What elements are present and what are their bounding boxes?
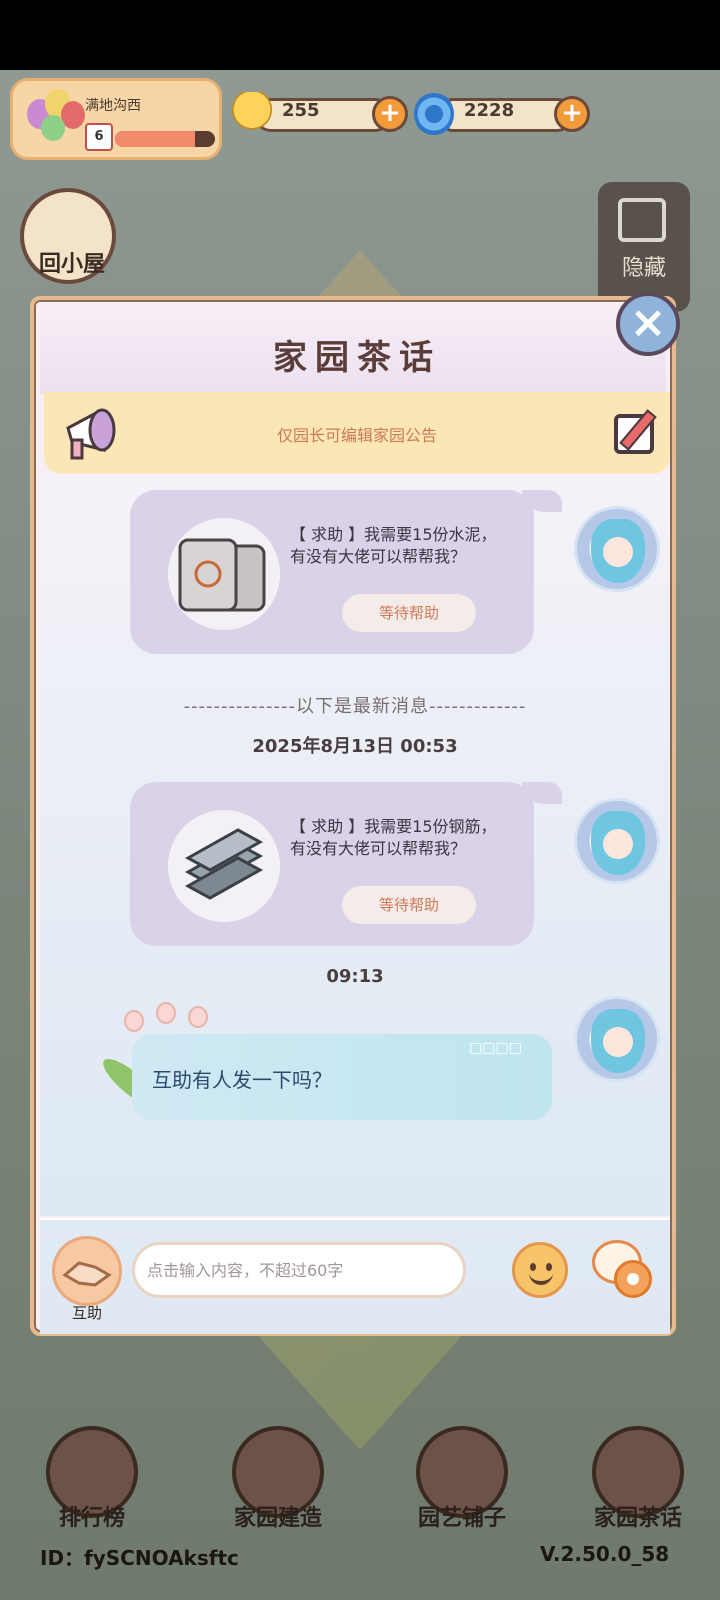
notice-text: 仅园长可编辑家园公告: [276, 426, 437, 445]
level-badge: 6: [85, 123, 113, 151]
player-name: 满地沟西: [85, 98, 141, 114]
add-swirl-button[interactable]: +: [554, 96, 590, 132]
notice-bar: 仅园长可编辑家园公告: [44, 392, 670, 474]
timestamp: 2025年8月13日 00:53: [252, 736, 458, 757]
add-snail-button[interactable]: +: [372, 96, 408, 132]
nav-garden-shop[interactable]: 园艺铺子: [412, 1426, 512, 1531]
chat-bubble: 互助有人发一下吗？ □□□□: [132, 1034, 552, 1120]
snail-icon: [232, 92, 272, 136]
home-button-label: 回小屋: [38, 252, 105, 277]
version: V.2.50.0_58: [540, 1542, 670, 1566]
flower-icon: [104, 1002, 224, 1042]
chat-message-text: 互助有人发一下吗？: [152, 1068, 332, 1092]
nav-label: 园艺铺子: [417, 1506, 506, 1531]
level-bar: [115, 131, 215, 147]
chat-tag: □□□□: [469, 1040, 522, 1056]
mutual-help-button[interactable]: [52, 1236, 122, 1306]
nav-label: 家园茶话: [593, 1506, 682, 1531]
latest-message-divider: ---------------以下是最新消息-------------: [183, 696, 527, 717]
swirl-icon: [414, 92, 454, 136]
emoji-button[interactable]: [512, 1242, 568, 1298]
message-text: 【 求助 】我需要15份水泥， 有没有大佬可以帮帮我？: [290, 525, 497, 566]
home-button[interactable]: 回小屋: [20, 188, 116, 284]
currency-snail: 255 +: [232, 92, 408, 136]
hide-button-label: 隐藏: [621, 256, 666, 281]
help-request-message: 【 求助 】我需要15份钢筋， 有没有大佬可以帮帮我？ 等待帮助: [130, 782, 562, 946]
help-request-message: 【 求助 】我需要15份水泥， 有没有大佬可以帮帮我？ 等待帮助: [130, 490, 562, 654]
dialog-header: 家园茶话: [40, 306, 666, 394]
tea-chat-dialog: 家园茶话 仅园长可编辑家园公告 【 求助 】我需要15份水泥， 有没有大佬可以帮…: [30, 296, 676, 1336]
balloons-icon: [27, 89, 89, 155]
chat-message: 互助有人发一下吗？ □□□□: [96, 1002, 576, 1132]
handshake-icon: [62, 1261, 112, 1287]
chat-settings-button[interactable]: [592, 1240, 662, 1300]
player-id: ID：fySCNOAksftc: [40, 1546, 239, 1570]
input-bar: 互助: [40, 1218, 670, 1334]
status-bar: [0, 0, 720, 70]
nav-leaderboard[interactable]: 排行榜: [42, 1426, 142, 1531]
level-bar-fill: [115, 131, 195, 147]
avatar[interactable]: [574, 996, 660, 1082]
dialog-title: 家园茶话: [273, 338, 441, 378]
cement-bag-icon: [168, 518, 280, 630]
level-progress: 6: [85, 123, 219, 151]
avatar[interactable]: [574, 506, 660, 592]
mutual-help-label: 互助: [71, 1304, 102, 1322]
steel-bar-icon: [168, 810, 280, 922]
chat-area[interactable]: 【 求助 】我需要15份水泥， 有没有大佬可以帮帮我？ 等待帮助 -------…: [40, 476, 670, 1216]
currency-value: 255: [282, 100, 320, 121]
timestamp: 09:13: [326, 966, 384, 987]
chat-input[interactable]: [132, 1242, 466, 1298]
currency-swirl: 2228 +: [414, 92, 590, 136]
gear-icon: [614, 1260, 652, 1298]
nav-tea-chat[interactable]: 家园茶话: [588, 1426, 688, 1531]
message-text: 【 求助 】我需要15份钢筋， 有没有大佬可以帮帮我？: [290, 817, 497, 858]
avatar[interactable]: [574, 798, 660, 884]
wait-help-button[interactable]: 等待帮助: [342, 886, 476, 924]
nav-home-build[interactable]: 家园建造: [228, 1426, 328, 1531]
fullscreen-icon: [618, 198, 666, 242]
edit-icon[interactable]: [614, 414, 654, 454]
wait-help-button[interactable]: 等待帮助: [342, 594, 476, 632]
player-card[interactable]: 满地沟西 6: [10, 78, 222, 160]
close-button[interactable]: ×: [616, 292, 680, 356]
nav-label: 家园建造: [233, 1506, 322, 1531]
nav-label: 排行榜: [58, 1506, 125, 1531]
currency-value: 2228: [464, 100, 515, 121]
